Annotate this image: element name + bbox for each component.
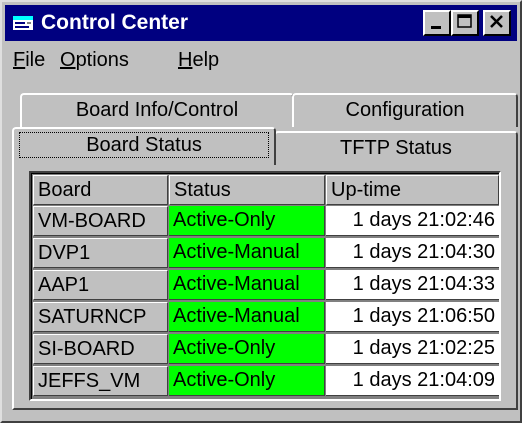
uptime-cell[interactable]: 1 days 21:04:33: [326, 270, 499, 300]
maximize-button[interactable]: [451, 10, 479, 36]
board-name-cell[interactable]: JEFFS_VM: [33, 366, 168, 396]
column-header-uptime[interactable]: Up-time: [326, 175, 499, 205]
column-header-board[interactable]: Board: [33, 175, 168, 205]
tab-board-status[interactable]: Board Status: [12, 127, 276, 165]
tab-configuration[interactable]: Configuration: [292, 93, 518, 127]
status-cell[interactable]: Active-Only: [169, 206, 325, 236]
close-icon: [490, 15, 503, 28]
board-name-cell[interactable]: DVP1: [33, 238, 168, 268]
uptime-cell[interactable]: 1 days 21:02:25: [326, 334, 499, 364]
menu-options[interactable]: Options: [60, 48, 129, 72]
grid-body: Board Status Up-time VM-BOARD Active-Only…: [31, 173, 499, 399]
uptime-cell[interactable]: 1 days 21:04:09: [326, 366, 499, 396]
maximize-icon: [457, 14, 472, 28]
tab-tftp-status[interactable]: TFTP Status: [274, 131, 518, 165]
board-status-grid[interactable]: Board Status Up-time VM-BOARD Active-Only…: [29, 171, 501, 401]
uptime-cell[interactable]: 1 days 21:02:46: [326, 206, 499, 236]
board-name-cell[interactable]: AAP1: [33, 270, 168, 300]
minimize-button[interactable]: [423, 10, 451, 36]
minimize-icon: [431, 26, 441, 29]
menu-file[interactable]: File: [13, 48, 45, 72]
uptime-cell[interactable]: 1 days 21:06:50: [326, 302, 499, 332]
control-center-window: Control Center File Options Help Board I…: [0, 0, 522, 423]
menu-help[interactable]: Help: [178, 48, 219, 72]
close-button[interactable]: [483, 10, 511, 36]
board-status-panel: Board Status Up-time VM-BOARD Active-Only…: [12, 163, 518, 410]
board-name-cell[interactable]: VM-BOARD: [33, 206, 168, 236]
title-bar[interactable]: Control Center: [5, 5, 517, 41]
status-cell[interactable]: Active-Only: [169, 366, 325, 396]
status-cell[interactable]: Active-Only: [169, 334, 325, 364]
tab-board-status-label: Board Status: [19, 132, 269, 158]
tab-board-info-control[interactable]: Board Info/Control: [20, 93, 294, 127]
app-icon: [12, 14, 34, 32]
uptime-cell[interactable]: 1 days 21:04:30: [326, 238, 499, 268]
board-name-cell[interactable]: SI-BOARD: [33, 334, 168, 364]
menu-bar: File Options Help: [5, 44, 517, 76]
board-name-cell[interactable]: SATURNCP: [33, 302, 168, 332]
column-header-status[interactable]: Status: [169, 175, 325, 205]
status-cell[interactable]: Active-Manual: [169, 270, 325, 300]
window-title: Control Center: [41, 11, 188, 34]
status-cell[interactable]: Active-Manual: [169, 302, 325, 332]
status-cell[interactable]: Active-Manual: [169, 238, 325, 268]
